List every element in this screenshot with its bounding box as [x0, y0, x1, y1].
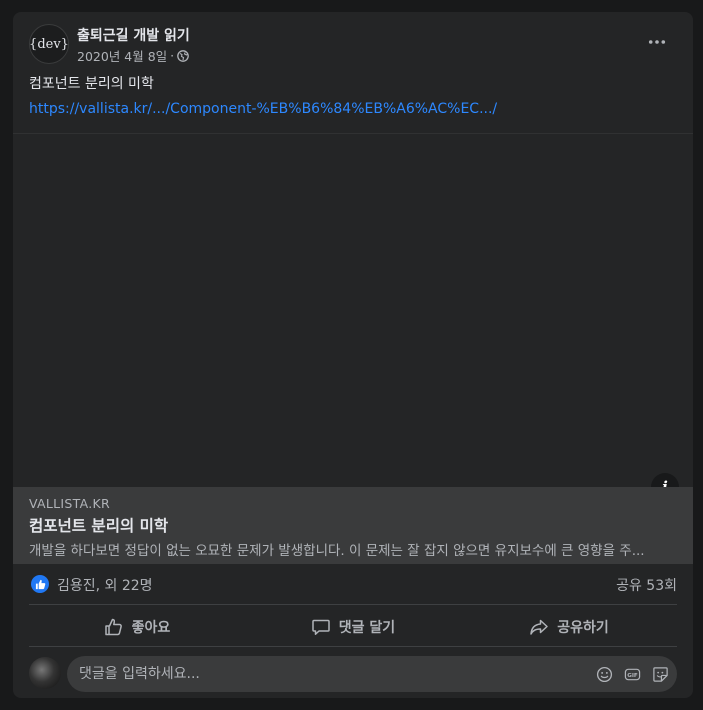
action-bar: 좋아요 댓글 달기 공유하기 — [29, 609, 677, 645]
like-button[interactable]: 좋아요 — [29, 609, 245, 645]
post-date[interactable]: 2020년 4월 8일 — [77, 46, 167, 65]
sticker-icon[interactable] — [651, 665, 669, 683]
emoji-icon[interactable] — [595, 665, 613, 683]
gif-icon[interactable]: GIF — [623, 665, 641, 683]
link-domain: VALLISTA.KR — [29, 496, 111, 511]
comment-tools: GIF — [595, 664, 669, 684]
divider — [29, 646, 677, 647]
link-preview-box[interactable]: VALLISTA.KR 컴포넌트 분리의 미학 개발을 하다보면 정답이 없는 … — [13, 487, 693, 564]
share-label: 공유하기 — [557, 620, 609, 636]
divider — [29, 604, 677, 605]
post-meta: 2020년 4월 8일 · — [77, 46, 190, 65]
like-label: 좋아요 — [131, 620, 171, 636]
svg-text:GIF: GIF — [627, 672, 638, 678]
comment-button[interactable]: 댓글 달기 — [245, 609, 461, 645]
globe-icon — [177, 49, 190, 62]
more-options-button[interactable] — [641, 26, 673, 58]
share-count[interactable]: 공유 53회 — [616, 575, 677, 595]
post-card: {dev} 출퇴근길 개발 읽기 2020년 4월 8일 · 컴포넌트 분리의 … — [13, 12, 693, 698]
page-avatar[interactable]: {dev} — [29, 24, 69, 64]
post-header: {dev} 출퇴근길 개발 읽기 2020년 4월 8일 · — [29, 24, 677, 64]
comment-input-container: GIF — [67, 656, 677, 692]
reaction-names[interactable]: 김용진, 외 22명 — [57, 575, 153, 595]
comment-input[interactable] — [79, 656, 559, 692]
link-preview-image[interactable] — [13, 133, 693, 487]
comment-row: GIF — [29, 656, 677, 692]
share-button[interactable]: 공유하기 — [461, 609, 677, 645]
like-reaction-icon[interactable] — [31, 575, 49, 593]
link-title: 컴포넌트 분리의 미학 — [29, 517, 169, 535]
link-description: 개발을 하다보면 정답이 없는 오묘한 문제가 발생합니다. 이 문제는 잘 잡… — [29, 543, 645, 559]
page-name[interactable]: 출퇴근길 개발 읽기 — [77, 25, 190, 45]
more-dots-icon — [648, 40, 666, 44]
comment-icon — [312, 619, 330, 635]
user-avatar[interactable] — [29, 657, 61, 689]
comment-label: 댓글 달기 — [338, 620, 396, 636]
share-icon — [530, 619, 548, 635]
meta-separator: · — [170, 48, 175, 63]
avatar-text: {dev} — [29, 36, 69, 52]
post-link[interactable]: https://vallista.kr/.../Component-%EB%B6… — [29, 101, 497, 117]
reactions-bar: 김용진, 외 22명 공유 53회 — [29, 573, 677, 595]
thumbs-up-icon — [104, 618, 122, 636]
post-text: 컴포넌트 분리의 미학 — [29, 76, 154, 92]
